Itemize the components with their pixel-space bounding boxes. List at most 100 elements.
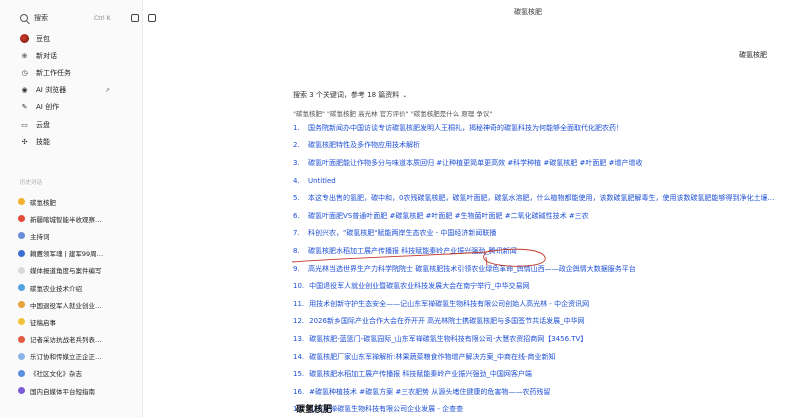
avatar bbox=[20, 34, 29, 44]
search-icon bbox=[20, 14, 28, 22]
list-item-number: 4. bbox=[293, 176, 300, 185]
sidebar-item-ai-browser[interactable]: ◉ AI 浏览器 ↗ bbox=[20, 82, 140, 99]
sidebar-nav: 豆包 ⊕ 新对话 ◷ 新工作任务 ◉ AI 浏览器 ↗ ✎ AI 创作 ▭ 云盘… bbox=[20, 30, 140, 150]
sidebar-item-label: AI 浏览器 bbox=[36, 86, 67, 95]
window-icon[interactable] bbox=[131, 14, 139, 22]
list-item[interactable]: 14. 碳氢核肥厂家山东军禅解析:林果蔬菜粮食作物增产解决方案_中商在线-商业新知 bbox=[293, 348, 800, 366]
sidebar-item-doubao[interactable]: 豆包 bbox=[20, 30, 140, 47]
reference-link[interactable]: 山东军禅碳氢生物科技有限公司企业发展 - 企查查 bbox=[309, 404, 463, 414]
reference-link[interactable]: 国务院新闻办中国访谈专访碳氢核肥发明人王桐礼，揭秘神奇的碳氢科技为何能够全面取代… bbox=[308, 123, 623, 133]
list-item[interactable]: 3. 碳氢叶面肥能让作物多分与味道本质回归 #让种植更简单更高效 #科学种植 #碳… bbox=[293, 154, 800, 172]
reference-link[interactable]: 碳氢叶面肥能让作物多分与味道本质回归 #让种植更简单更高效 #科学种植 #碳氢核… bbox=[308, 158, 642, 168]
reference-link[interactable]: 用技术创新守护生态安全——记山东军禅碳氢生物科技有限公司创始人高光林 - 中企资… bbox=[309, 299, 589, 309]
sidebar-item-label: 新工作任务 bbox=[36, 68, 71, 77]
list-item[interactable]: 12. 2026新乡国际产业合作大会在乔开开 高光林院士携碳氢核肥与多国签节共话发… bbox=[293, 313, 800, 331]
search-shortcut: Ctrl K bbox=[94, 14, 111, 22]
sidebar-item-new-chat[interactable]: ⊕ 新对话 bbox=[20, 47, 140, 64]
list-item[interactable]: 7. 科创兴农，"碳氢核肥"赋能两岸生态农业 - 中国经济新闻联播 bbox=[293, 225, 800, 243]
browser-icon: ◉ bbox=[21, 86, 28, 95]
list-item[interactable]: 13. 碳氢核肥-蓝篮门-碳氢园际_山东军禅碳氢生物科技有限公司-大慧农资招商网【… bbox=[293, 330, 800, 348]
list-item[interactable]: 国内自媒体平台短指南 bbox=[18, 382, 140, 399]
list-item[interactable]: 4. Untitled bbox=[293, 172, 800, 190]
list-item[interactable]: 记者采访抗战老兵列表… bbox=[18, 331, 140, 348]
list-item-number: 8. bbox=[293, 246, 300, 255]
reference-link[interactable]: 中国退役军人就业创业暨碳氢农业科技发展大会在南宁举行_中华交易网 bbox=[309, 281, 530, 291]
chat-icon bbox=[18, 387, 25, 395]
sidebar-item-label: 新对话 bbox=[36, 51, 57, 60]
cloud-icon: ▭ bbox=[21, 120, 28, 129]
reference-link[interactable]: 2026新乡国际产业合作大会在乔开开 高光林院士携碳氢核肥与多国签节共话发展_中… bbox=[309, 316, 585, 326]
list-item-number: 2. bbox=[293, 141, 300, 150]
reference-link[interactable]: Untitled bbox=[308, 177, 336, 185]
list-item-number: 7. bbox=[293, 229, 300, 238]
reference-link[interactable]: 碳氢核肥-蓝篮门-碳氢园际_山东军禅碳氢生物科技有限公司-大慧农资招商网【345… bbox=[309, 334, 587, 344]
chat-plus-icon: ⊕ bbox=[21, 51, 28, 60]
reference-list: 1. 国务院新闻办中国访谈专访碳氢核肥发明人王桐礼，揭秘神奇的碳氢科技为何能够全面… bbox=[293, 119, 800, 418]
section-heading: 碳氢核肥 bbox=[296, 405, 333, 415]
sidebar-search[interactable]: 搜索 Ctrl K bbox=[20, 12, 156, 24]
list-item[interactable]: 16. #碳氢种植技术 #碳氢方案 #三农肥势 从源头堵住健康的危害物——农药残留 bbox=[293, 383, 800, 401]
list-item[interactable]: 8. 碳氢核肥水稻加工展产传播报 科技赋能秦岭产业振兴强劲_腾讯新闻 bbox=[293, 242, 800, 260]
reference-link[interactable]: 碳氢核肥厂家山东军禅解析:林果蔬菜粮食作物增产解决方案_中商在线-商业新知 bbox=[309, 352, 555, 362]
new-chat-icon[interactable] bbox=[148, 14, 156, 22]
list-item[interactable]: 9. 高光林当选世界生产力科学院院士 碳氢核肥技术引领农业绿色革命_舆情山西——政… bbox=[293, 260, 800, 278]
list-item-label: 中国退役军人就业创业… bbox=[30, 301, 102, 310]
list-item-number: 9. bbox=[293, 264, 300, 273]
skills-icon: ✣ bbox=[21, 137, 28, 146]
search-summary-text: 搜索 3 个关键词，参考 18 篇资料 bbox=[293, 91, 400, 99]
list-item-label: 乐订协和传媒立正企正… bbox=[30, 353, 102, 362]
list-item[interactable]: 10. 中国退役军人就业创业暨碳氢农业科技发展大会在南宁举行_中华交易网 bbox=[293, 277, 800, 295]
sidebar: 搜索 Ctrl K 豆包 ⊕ 新对话 ◷ 新工作任务 ◉ AI 浏览器 ↗ ✎ … bbox=[0, 0, 156, 418]
list-item-number: 12. bbox=[293, 317, 305, 326]
list-item[interactable]: 新疆喀城智能半收观察… bbox=[18, 210, 140, 227]
list-item[interactable]: 媒体报道角度与案件编写 bbox=[18, 262, 140, 279]
create-icon: ✎ bbox=[21, 103, 28, 112]
list-item[interactable]: 15. 碳氢核肥水稻加工展产传播报 科技赋能秦岭产业振兴强劲_中国网客户端 bbox=[293, 365, 800, 383]
sidebar-item-label: AI 创作 bbox=[36, 103, 60, 112]
list-item-number: 10. bbox=[293, 282, 305, 291]
list-item-label: 賴鷹领军魂 | 建军99周… bbox=[30, 250, 104, 259]
chat-icon bbox=[18, 284, 25, 292]
list-item[interactable]: 11. 用技术创新守护生态安全——记山东军禅碳氢生物科技有限公司创始人高光林 - … bbox=[293, 295, 800, 313]
sidebar-item-ai-create[interactable]: ✎ AI 创作 bbox=[20, 99, 140, 116]
list-item-label: 国内自媒体平台短指南 bbox=[30, 387, 95, 396]
list-item-number: 3. bbox=[293, 158, 300, 167]
list-item[interactable]: 主持词 bbox=[18, 227, 140, 244]
reference-link[interactable]: 高光林当选世界生产力科学院院士 碳氢核肥技术引领农业绿色革命_舆情山西——政企舆… bbox=[308, 264, 636, 274]
sidebar-item-skills[interactable]: ✣ 技能 bbox=[20, 133, 140, 150]
list-item[interactable]: 中国退役军人就业创业… bbox=[18, 296, 140, 313]
reference-link[interactable]: 本这专出售的氢肥，碳中和，0农残碳氢核肥，碳氢叶面肥，碳氢水溶肥，什么植物都能使… bbox=[308, 193, 774, 203]
list-item[interactable]: 5. 本这专出售的氢肥，碳中和，0农残碳氢核肥，碳氢叶面肥，碳氢水溶肥，什么植物都… bbox=[293, 189, 800, 207]
sidebar-item-new-task[interactable]: ◷ 新工作任务 bbox=[20, 64, 140, 81]
chat-icon bbox=[18, 335, 25, 343]
reference-link[interactable]: 科创兴农，"碳氢核肥"赋能两岸生态农业 - 中国经济新闻联播 bbox=[308, 228, 496, 238]
list-item[interactable]: 1. 国务院新闻办中国访谈专访碳氢核肥发明人王桐礼，揭秘神奇的碳氢科技为何能够全面… bbox=[293, 119, 800, 137]
sidebar-item-cloud[interactable]: ▭ 云盘 bbox=[20, 116, 140, 133]
reference-link[interactable]: 碳氢核肥水稻加工展产传播报 科技赋能秦岭产业振兴强劲_中国网客户端 bbox=[309, 369, 532, 379]
list-item[interactable]: 碳氢核肥 bbox=[18, 193, 140, 210]
reference-link[interactable]: 碳氢核肥水稻加工展产传播报 科技赋能秦岭产业振兴强劲_腾讯新闻 bbox=[308, 246, 517, 256]
search-summary[interactable]: 搜索 3 个关键词，参考 18 篇资料 ⌄ bbox=[293, 90, 793, 100]
chat-icon bbox=[18, 249, 25, 257]
list-item[interactable]: 《社区文化》杂志 bbox=[18, 365, 140, 382]
list-item[interactable]: 17. 山东军禅碳氢生物科技有限公司企业发展 - 企查查 bbox=[293, 401, 800, 418]
list-item-number: 5. bbox=[293, 194, 300, 203]
chevron-down-icon: ⌄ bbox=[402, 91, 408, 99]
sidebar-item-label: 豆包 bbox=[36, 34, 50, 43]
reference-link[interactable]: 碳氢叶面肥VS普通叶面肥 #碳氢核肥 #叶面肥 #生物菌叶面肥 #二氧化碳碱性技… bbox=[308, 211, 589, 221]
list-item-label: 媒体报道角度与案件编写 bbox=[30, 267, 102, 276]
reference-link[interactable]: #碳氢种植技术 #碳氢方案 #三农肥势 从源头堵住健康的危害物——农药残留 bbox=[309, 387, 550, 397]
recent-list: 碳氢核肥 新疆喀城智能半收观察… 主持词 賴鷹领军魂 | 建军99周… 媒体报道… bbox=[18, 193, 140, 399]
list-item[interactable]: 乐订协和传媒立正企正… bbox=[18, 348, 140, 365]
list-item[interactable]: 碳氢农业技术介绍 bbox=[18, 279, 140, 296]
list-item[interactable]: 6. 碳氢叶面肥VS普通叶面肥 #碳氢核肥 #叶面肥 #生物菌叶面肥 #二氧化碳碱… bbox=[293, 207, 800, 225]
list-item[interactable]: 征稿启事 bbox=[18, 313, 140, 330]
list-item-number: 14. bbox=[293, 352, 305, 361]
sidebar-item-label: 云盘 bbox=[36, 120, 50, 129]
list-item-number: 13. bbox=[293, 334, 305, 343]
recent-title: 历史对话 bbox=[20, 180, 43, 186]
list-item[interactable]: 2. 碳氢核肥特性及多作物应用技术解析 bbox=[293, 137, 800, 155]
reference-link[interactable]: 碳氢核肥特性及多作物应用技术解析 bbox=[308, 140, 420, 150]
external-link-icon: ↗ bbox=[105, 86, 111, 94]
list-item[interactable]: 賴鷹领军魂 | 建军99周… bbox=[18, 245, 140, 262]
